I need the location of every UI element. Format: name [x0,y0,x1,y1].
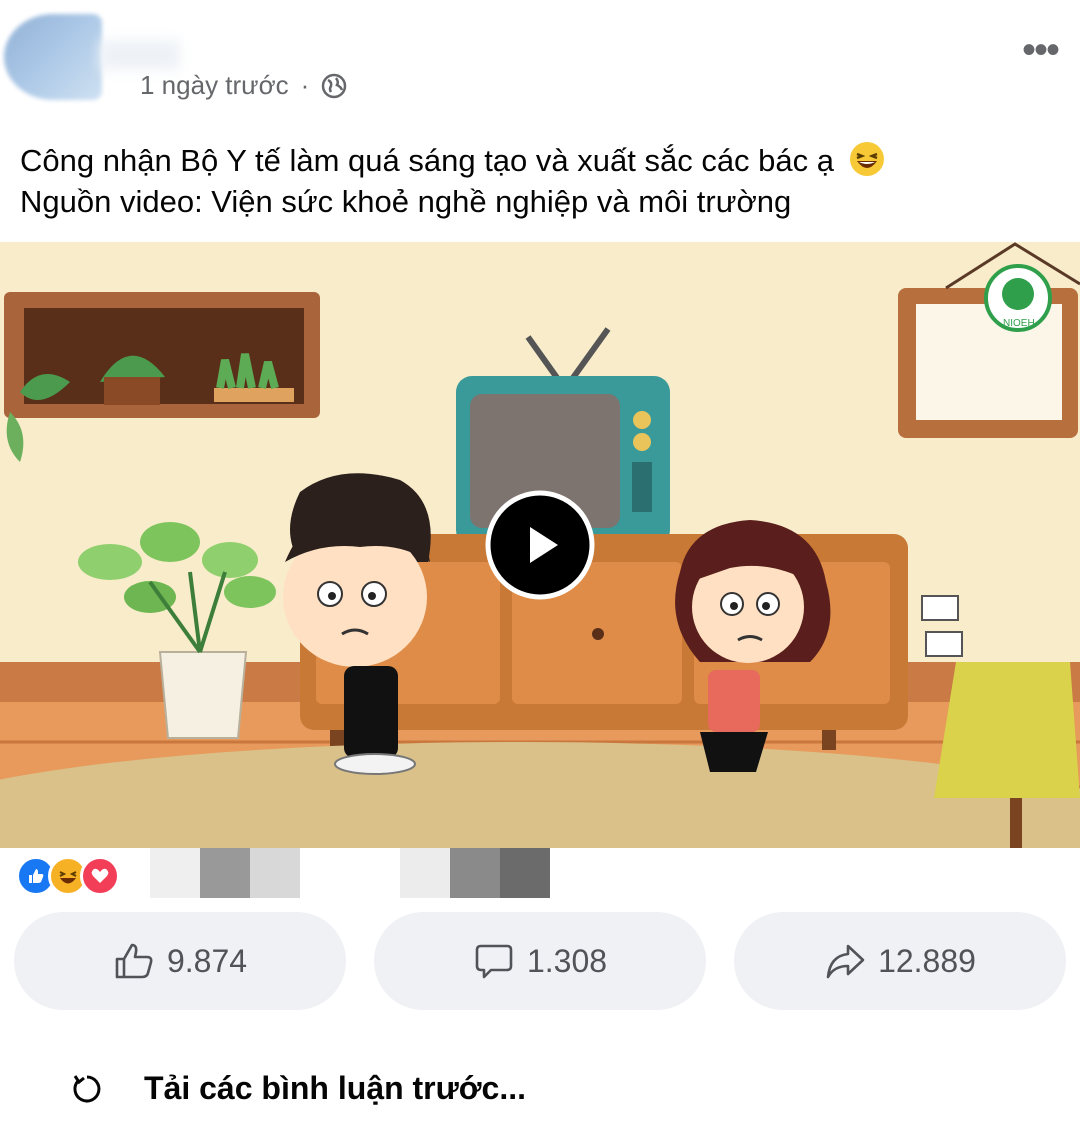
reaction-summary[interactable] [16,856,120,896]
share-button[interactable]: 12.889 [734,912,1066,1010]
author-name-blurred[interactable] [100,40,180,70]
like-button[interactable]: 9.874 [14,912,346,1010]
load-previous-comments[interactable]: Tải các bình luận trước... [70,1070,526,1107]
share-count: 12.889 [878,942,976,979]
laughing-face-emoji-icon [849,142,884,176]
caption-line-2: Nguồn video: Viện sức khoẻ nghề nghiệp v… [20,184,792,219]
reaction-names-blurred [150,848,570,898]
load-previous-comments-label: Tải các bình luận trước... [144,1070,526,1106]
meta-separator: · [300,70,310,100]
love-icon [80,856,120,896]
watermark-text: NIOEH [1003,318,1035,329]
avatar[interactable] [4,14,102,100]
more-options-icon[interactable]: ••• [1022,30,1060,70]
post-caption: Công nhận Bộ Y tế làm quá sáng tạo và xu… [20,140,1060,222]
comment-button[interactable]: 1.308 [374,912,706,1010]
comment-bubble-icon [475,944,513,979]
play-icon[interactable] [484,489,596,601]
post-time[interactable]: 1 ngày trước [140,70,289,101]
caption-line-1: Công nhận Bộ Y tế làm quá sáng tạo và xu… [20,143,835,178]
comment-count: 1.308 [526,942,608,979]
post-meta: 1 ngày trước · [140,70,347,101]
video-player[interactable]: NIOEH [0,242,1080,848]
refresh-icon [73,1074,101,1102]
like-count: 9.874 [166,942,248,979]
thumbs-up-icon [115,943,153,979]
globe-icon [322,73,347,98]
share-arrow-icon [826,944,865,979]
